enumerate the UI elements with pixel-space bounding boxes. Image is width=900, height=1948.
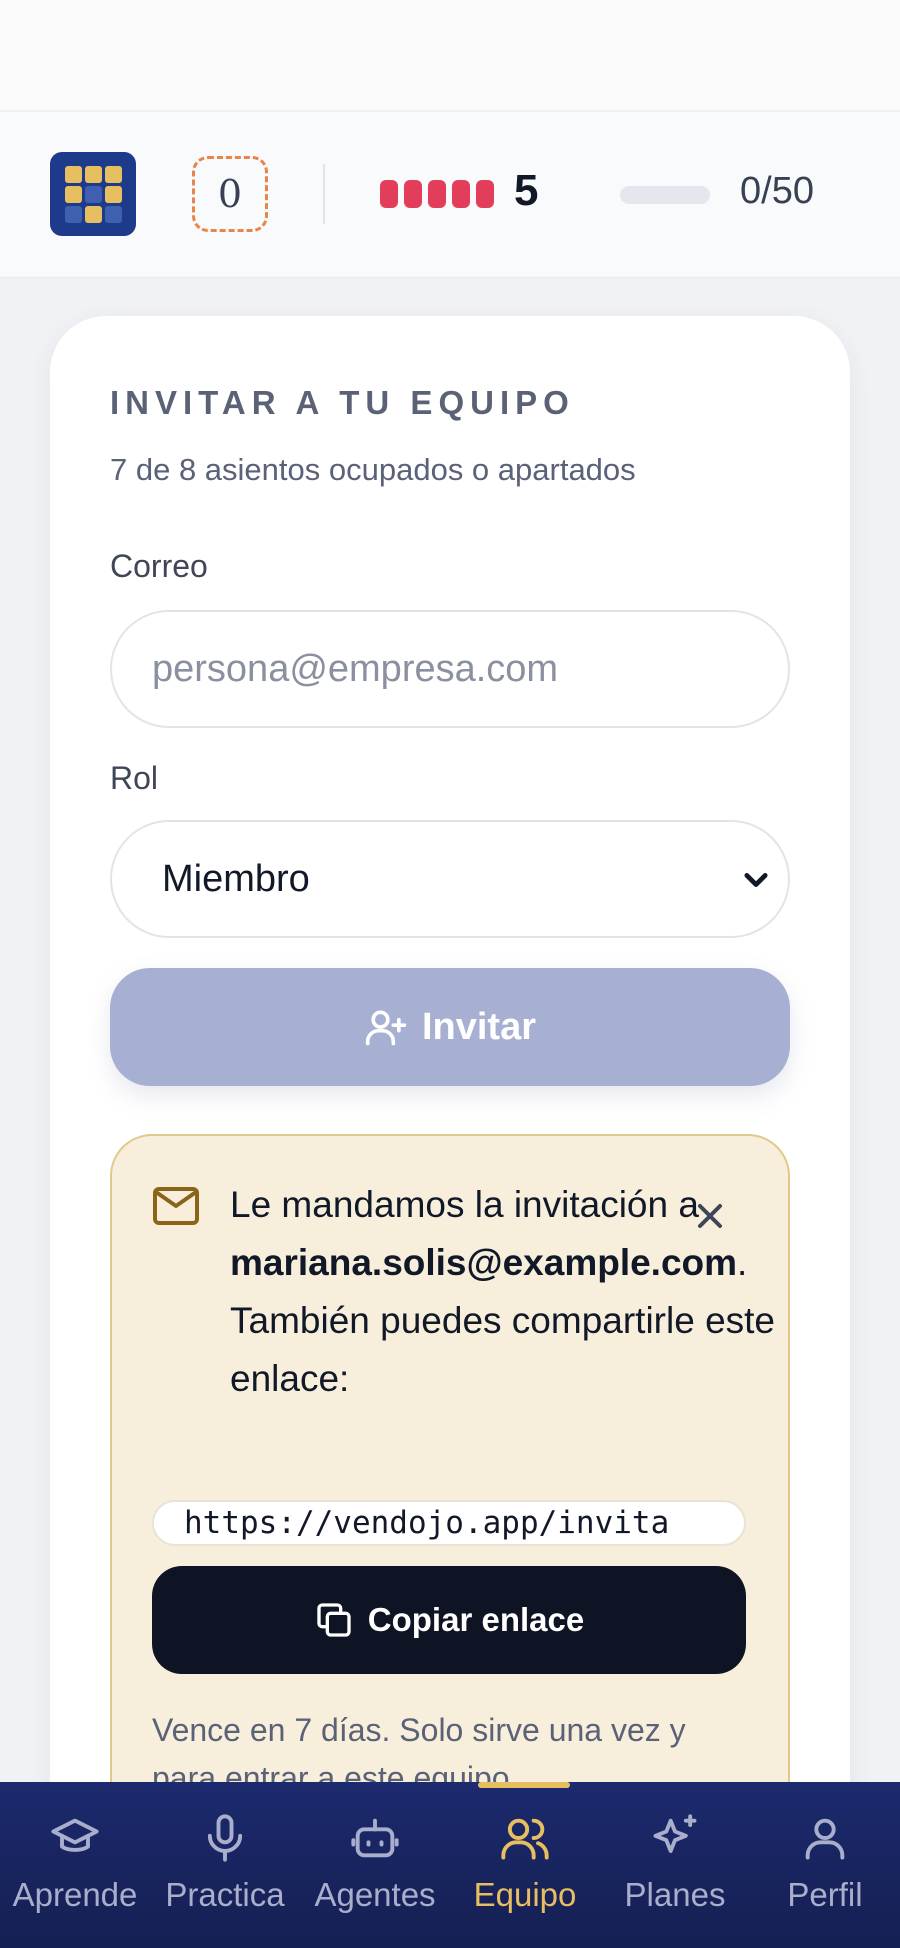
heart-icon xyxy=(404,180,422,208)
invite-link-field[interactable]: https://vendojo.app/invita xyxy=(152,1500,746,1546)
invite-button-label: Invitar xyxy=(421,1005,537,1048)
sparkles-icon xyxy=(653,1814,697,1853)
heart-icon xyxy=(380,180,398,208)
graduation-cap-icon xyxy=(51,1818,99,1852)
invite-link: https://vendojo.app/invita xyxy=(184,1505,670,1541)
copy-icon xyxy=(317,1603,351,1637)
top-bar-divider xyxy=(0,110,900,112)
nav-label: Agentes xyxy=(314,1876,436,1913)
nav-item-aprende[interactable]: Aprende xyxy=(0,1782,150,1948)
invite-button[interactable]: Invitar xyxy=(110,968,790,1086)
nav-label: Perfil xyxy=(787,1876,863,1913)
email-field-wrapper xyxy=(110,610,790,728)
status-bar xyxy=(0,0,900,110)
app-logo[interactable] xyxy=(50,152,136,236)
role-select-value: Miembro xyxy=(162,857,310,900)
nav-item-perfil[interactable]: Perfil xyxy=(750,1782,900,1948)
nav-label: Practica xyxy=(165,1876,285,1913)
xp-progress-bar xyxy=(620,186,710,204)
user-plus-icon xyxy=(365,1010,407,1046)
active-nav-indicator xyxy=(478,1782,570,1788)
gems-counter[interactable]: 0 xyxy=(192,156,268,232)
nav-item-practica[interactable]: Practica xyxy=(150,1782,300,1948)
heart-icon xyxy=(476,180,494,208)
role-label: Rol xyxy=(110,760,159,796)
lives-indicator[interactable] xyxy=(380,180,494,208)
role-select[interactable]: Miembro xyxy=(110,820,790,938)
email-label: Correo xyxy=(110,548,208,584)
header-divider xyxy=(323,164,325,224)
heart-icon xyxy=(428,180,446,208)
chevron-down-icon xyxy=(744,873,768,887)
nav-item-planes[interactable]: Planes xyxy=(600,1782,750,1948)
close-icon[interactable] xyxy=(690,1196,730,1236)
users-icon xyxy=(501,1818,549,1860)
nav-label: Aprende xyxy=(12,1876,138,1913)
copy-link-label: Copiar enlace xyxy=(367,1601,585,1638)
nav-item-equipo[interactable]: Equipo xyxy=(450,1782,600,1948)
nav-item-agentes[interactable]: Agentes xyxy=(300,1782,450,1948)
xp-count: 0/50 xyxy=(740,170,814,212)
user-icon xyxy=(805,1818,845,1860)
bottom-navigation: Aprende Practica Agentes Equipo Planes P… xyxy=(0,1782,900,1948)
gems-value: 0 xyxy=(217,172,243,216)
heart-icon xyxy=(452,180,470,208)
microphone-icon xyxy=(207,1814,243,1862)
email-field[interactable] xyxy=(112,612,788,726)
seats-status: 7 de 8 asientos ocupados o apartados xyxy=(110,452,636,487)
robot-icon xyxy=(351,1818,399,1858)
mail-icon xyxy=(153,1187,199,1225)
section-title: INVITAR A TU EQUIPO xyxy=(110,384,575,421)
notice-text-before: Le mandamos la invitación a xyxy=(230,1184,699,1225)
lives-count: 5 xyxy=(514,166,539,215)
invited-email: mariana.solis@example.com xyxy=(230,1242,738,1283)
copy-link-button[interactable]: Copiar enlace xyxy=(152,1566,746,1674)
nav-label: Equipo xyxy=(473,1876,577,1913)
nav-label: Planes xyxy=(624,1876,726,1913)
